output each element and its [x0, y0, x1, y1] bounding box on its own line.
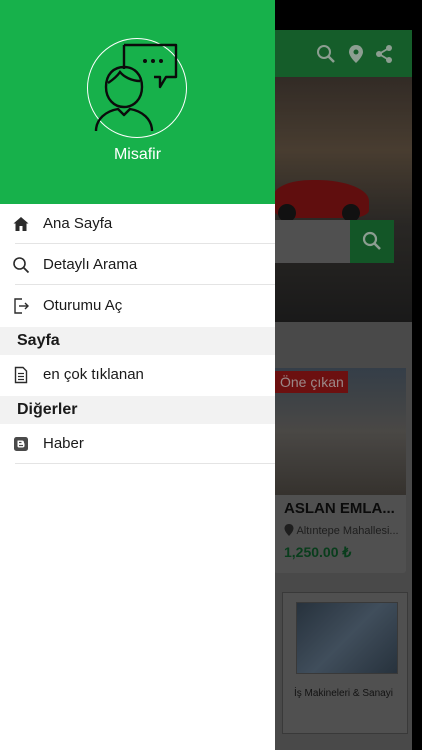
menu-item-home[interactable]: Ana Sayfa — [0, 204, 275, 244]
section-title: Sayfa — [17, 332, 60, 349]
section-header-pages: Sayfa — [0, 327, 275, 355]
drawer-scrim[interactable] — [274, 0, 422, 750]
menu-item-label: Oturumu Aç — [43, 297, 123, 314]
menu-item-label: Ana Sayfa — [43, 215, 113, 232]
section-header-others: Diğerler — [0, 396, 275, 424]
menu-item-label: Haber — [43, 435, 84, 452]
drawer-header: Misafir — [0, 0, 275, 204]
username: Misafir — [113, 146, 162, 163]
menu-item-login[interactable]: Oturumu Aç — [0, 286, 275, 326]
menu-item-label: en çok tıklanan — [43, 366, 144, 383]
section-title: Diğerler — [17, 401, 78, 418]
divider — [15, 463, 275, 464]
login-icon — [14, 298, 29, 314]
menu-item-most-clicked[interactable]: en çok tıklanan — [0, 355, 275, 395]
menu-item-advanced-search[interactable]: Detaylı Arama — [0, 245, 275, 285]
user-chat-icon — [94, 43, 178, 132]
document-icon — [14, 366, 28, 384]
navigation-drawer: Misafir Ana Sayfa Detaylı Arama Oturumu … — [0, 0, 275, 750]
home-icon — [13, 217, 29, 231]
blog-icon — [14, 437, 28, 451]
avatar[interactable] — [87, 38, 187, 138]
menu-item-label: Detaylı Arama — [43, 256, 138, 273]
menu-item-news[interactable]: Haber — [0, 424, 275, 464]
divider — [15, 243, 275, 244]
divider — [15, 284, 275, 285]
search-icon — [13, 257, 30, 274]
screen-edge — [412, 0, 422, 750]
